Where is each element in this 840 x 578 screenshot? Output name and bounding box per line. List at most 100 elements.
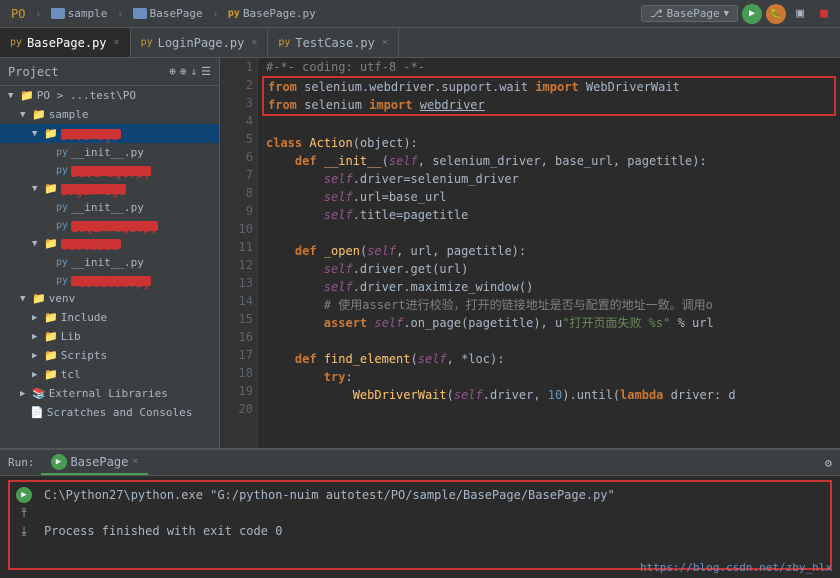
tab-testcase-close[interactable]: ×: [382, 37, 388, 48]
folder-tcl-icon: 📁: [44, 368, 58, 381]
testcase-folder-label: TestCase: [61, 239, 121, 249]
tab-basepage[interactable]: py BasePage.py ×: [0, 28, 131, 57]
import-kw-1: import: [535, 80, 586, 94]
nav-sample[interactable]: sample: [46, 5, 113, 22]
lambda-kw: lambda: [620, 388, 671, 402]
output-line-1: C:\Python27\python.exe "G:/python-nuim a…: [44, 486, 615, 504]
debug-button[interactable]: 🐛: [766, 4, 786, 24]
tab-loginpage[interactable]: py LoginPage.py ×: [131, 28, 269, 57]
self-3: self: [324, 190, 353, 204]
l18-rest2: , *loc):: [447, 352, 505, 366]
self-1: self: [389, 154, 418, 168]
line-num-8: 8: [224, 184, 253, 202]
tree-root[interactable]: ▼ 📁 PO > ...test\PO: [0, 86, 219, 105]
py-file-icon-3: py: [56, 202, 68, 213]
tab-loginpage-close[interactable]: ×: [251, 37, 257, 48]
branch-selector[interactable]: ⎇ BasePage ▼: [641, 5, 738, 22]
colon-try: :: [345, 370, 352, 384]
sidebar-controls: ⊕ ⊕ ↓ ☰: [169, 65, 211, 78]
tree-loginpage-py[interactable]: py LoginPage.py: [0, 217, 219, 234]
left-run-btns: ▶ ⤒ ⤓: [16, 487, 36, 539]
tab-loginpage-label: LoginPage.py: [158, 36, 245, 50]
tree-testcase-folder[interactable]: ▼ 📁 TestCase: [0, 234, 219, 253]
tree-lib[interactable]: ▶ 📁 Lib: [0, 327, 219, 346]
code-line-1: #-*- coding: utf-8 -*-: [266, 58, 832, 76]
coverage-button[interactable]: ▣: [790, 4, 810, 24]
cmt-15: # 使用assert进行校验，打开的链接地址是否与配置的地址一致。调用o: [324, 298, 713, 312]
l20-rest3: ).until(: [562, 388, 620, 402]
scroll-bot-btn[interactable]: ⤓: [16, 523, 32, 539]
l20-param: driver: d: [671, 388, 736, 402]
sidebar-icon3[interactable]: ↓: [191, 65, 198, 78]
tree-ext-libs[interactable]: ▶ 📚 External Libraries: [0, 384, 219, 403]
fn-open: _open: [324, 244, 360, 258]
run-button[interactable]: ▶: [742, 4, 762, 24]
scratches-label: Scratches and Consoles: [47, 406, 193, 419]
tree-testcase-py[interactable]: py TestCase.py: [0, 272, 219, 289]
tab-testcase[interactable]: py TestCase.py ×: [268, 28, 399, 57]
nav-basepage-folder-label: BasePage: [150, 7, 203, 20]
root-label: PO > ...test\PO: [37, 89, 136, 102]
nav-sample-label: sample: [68, 7, 108, 20]
line-num-5: 5: [224, 130, 253, 148]
tree-scripts[interactable]: ▶ 📁 Scripts: [0, 346, 219, 365]
tree-sample[interactable]: ▼ 📁 sample: [0, 105, 219, 124]
tree-loginpage-folder[interactable]: ▼ 📁 LoginPage: [0, 179, 219, 198]
folder-loginpage-icon: 📁: [44, 182, 58, 195]
testcase-py-label: TestCase.py: [71, 276, 150, 286]
arrow-root: ▼: [8, 91, 18, 101]
arrow-scripts: ▶: [32, 351, 42, 361]
tree-venv[interactable]: ▼ 📁 venv: [0, 289, 219, 308]
bottom-settings-icon[interactable]: ⚙: [825, 456, 832, 470]
scroll-top-btn[interactable]: ⤒: [16, 505, 32, 521]
code-line-17: [266, 332, 832, 350]
stop-button[interactable]: ■: [814, 4, 834, 24]
line-num-18: 18: [224, 364, 253, 382]
tab-testcase-label: TestCase.py: [295, 36, 374, 50]
def-kw-2: def: [295, 244, 324, 258]
line-num-2: 2: [224, 76, 253, 94]
tree-init3[interactable]: py __init__.py: [0, 253, 219, 272]
output-line-2: [44, 504, 615, 522]
str-1: "打开页面失败 %s": [562, 316, 670, 330]
arrow-sample: ▼: [20, 110, 30, 120]
tree-init2[interactable]: py __init__.py: [0, 198, 219, 217]
sidebar-icon2[interactable]: ⊕: [180, 65, 187, 78]
bottom-tab-close[interactable]: ×: [132, 456, 138, 467]
self-8: self: [374, 316, 403, 330]
tree-basepage-py[interactable]: py BasePage.py: [0, 162, 219, 179]
sidebar-icon1[interactable]: ⊕: [169, 65, 176, 78]
code-line-13: self.driver.get(url): [266, 260, 832, 278]
run-play-btn[interactable]: ▶: [51, 454, 67, 470]
line-num-14: 14: [224, 292, 253, 310]
tree-init1[interactable]: py __init__.py: [0, 143, 219, 162]
nav-basepage-py[interactable]: py BasePage.py: [223, 5, 321, 22]
separator2: ›: [116, 7, 123, 21]
l8-rest: .driver=selenium_driver: [353, 172, 519, 186]
l12-rest2: , url, pagetitle):: [396, 244, 526, 258]
code-line-9: self.url=base_url: [266, 188, 832, 206]
tab-basepage-close[interactable]: ×: [114, 37, 120, 48]
mod-2: selenium: [304, 98, 369, 112]
self-10: self: [454, 388, 483, 402]
nav-basepage-folder[interactable]: BasePage: [128, 5, 208, 22]
py-file-icon-4: py: [56, 220, 68, 231]
code-line-12: def _open(self, url, pagetitle):: [266, 242, 832, 260]
l14-rest: .driver.maximize_window(): [353, 280, 534, 294]
nav-po[interactable]: PO: [6, 5, 30, 23]
tree-include[interactable]: ▶ 📁 Include: [0, 308, 219, 327]
tree-basepage-folder[interactable]: ▼ 📁 BasePage: [0, 124, 219, 143]
bottom-tab-basepage[interactable]: ▶ BasePage ×: [41, 450, 149, 475]
tree-tcl[interactable]: ▶ 📁 tcl: [0, 365, 219, 384]
arrow-loginpage: ▼: [32, 184, 42, 194]
rerun-btn[interactable]: ▶: [16, 487, 32, 503]
p2: , selenium_driver, base_url, pagetitle):: [418, 154, 707, 168]
code-line-5: [266, 116, 832, 134]
branch-label: BasePage: [667, 7, 720, 20]
sidebar-icon4[interactable]: ☰: [201, 65, 211, 78]
tree-scratches[interactable]: 📄 Scratches and Consoles: [0, 403, 219, 422]
bottom-tab-label: BasePage: [71, 455, 129, 469]
l9-rest: .url=base_url: [353, 190, 447, 204]
code-editor[interactable]: 1 2 3 4 5 6 7 8 9 10 11 12 13 14 15 16 1…: [220, 58, 840, 448]
class-name: Action: [309, 136, 352, 150]
